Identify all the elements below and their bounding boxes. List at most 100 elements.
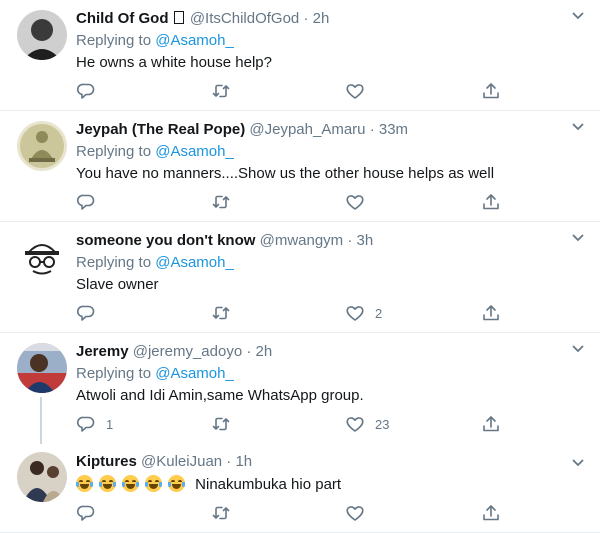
replying-to-label: Replying to	[76, 254, 152, 271]
reply-button[interactable]	[76, 79, 106, 103]
avatar[interactable]	[17, 343, 67, 393]
tweet-text: He owns a white house help?	[76, 54, 272, 71]
retweet-icon	[212, 84, 230, 98]
avatar[interactable]	[17, 232, 67, 282]
share-icon	[483, 416, 499, 432]
share-icon	[483, 194, 499, 210]
tweet-header: Kiptures @KuleiJuan · 1h	[76, 451, 590, 473]
display-name[interactable]: Child Of God	[76, 10, 168, 27]
retweet-icon	[212, 417, 230, 431]
user-handle[interactable]: @ItsChildOfGod	[190, 10, 299, 27]
reply-icon	[76, 416, 95, 432]
tweet[interactable]: Child Of God @ItsChildOfGod · 2h Replyin…	[0, 0, 600, 111]
replying-to-link[interactable]: @Asamoh_	[155, 254, 234, 271]
face-with-tears-of-joy-icon	[168, 475, 185, 492]
like-button[interactable]	[345, 190, 375, 214]
timestamp[interactable]: 2h	[313, 10, 330, 27]
tweet-text-content: Ninakumbuka hio part	[195, 476, 342, 493]
face-with-tears-of-joy-icon	[145, 475, 162, 492]
user-handle[interactable]: @jeremy_adoyo	[133, 343, 242, 360]
thread-connector	[40, 397, 42, 444]
retweet-button[interactable]	[211, 501, 241, 525]
share-button[interactable]	[481, 301, 501, 325]
retweet-button[interactable]	[211, 79, 241, 103]
chevron-down-icon[interactable]	[568, 227, 588, 247]
replying-to: Replying to @Asamoh_	[76, 30, 590, 52]
retweet-icon	[212, 195, 230, 209]
replying-to-link[interactable]: @Asamoh_	[155, 32, 234, 49]
heart-icon	[346, 195, 364, 210]
tweet-header: someone you don't know @mwangym · 3h	[76, 230, 590, 252]
tweet-text: You have no manners....Show us the other…	[76, 165, 495, 182]
timestamp[interactable]: 33m	[379, 121, 408, 138]
replying-to: Replying to @Asamoh_	[76, 363, 590, 385]
separator-dot: ·	[226, 453, 232, 470]
replying-to-label: Replying to	[76, 365, 152, 382]
share-icon	[483, 505, 499, 521]
tweet-text: Atwoli and Idi Amin,same WhatsApp group.	[76, 387, 364, 404]
user-handle[interactable]: @KuleiJuan	[141, 453, 222, 470]
retweet-button[interactable]	[211, 301, 241, 325]
reply-icon	[76, 305, 95, 321]
reply-icon	[76, 83, 95, 99]
tweet[interactable]: someone you don't know @mwangym · 3h Rep…	[0, 222, 600, 333]
retweet-button[interactable]	[211, 412, 241, 436]
replying-to: Replying to @Asamoh_	[76, 141, 590, 163]
display-name[interactable]: Jeypah (The Real Pope)	[76, 121, 245, 138]
unknown-glyph-icon	[173, 11, 184, 24]
reply-button[interactable]	[76, 301, 106, 325]
chevron-down-icon[interactable]	[568, 338, 588, 358]
heart-icon	[346, 506, 364, 521]
tweet-header: Child Of God @ItsChildOfGod · 2h	[76, 8, 590, 30]
share-button[interactable]	[481, 190, 501, 214]
reply-icon	[76, 505, 95, 521]
like-button[interactable]: 2	[345, 301, 382, 325]
reply-icon	[76, 194, 95, 210]
heart-icon	[346, 306, 364, 321]
avatar[interactable]	[17, 452, 67, 502]
separator-dot: ·	[246, 343, 252, 360]
replying-to-link[interactable]: @Asamoh_	[155, 365, 234, 382]
reply-feed: Child Of God @ItsChildOfGod · 2h Replyin…	[0, 0, 600, 533]
separator-dot: ·	[303, 10, 309, 27]
like-button[interactable]: 23	[345, 412, 389, 436]
timestamp[interactable]: 3h	[357, 232, 374, 249]
retweet-button[interactable]	[211, 190, 241, 214]
tweet-header: Jeremy @jeremy_adoyo · 2h	[76, 341, 590, 363]
share-button[interactable]	[481, 412, 501, 436]
display-name[interactable]: Jeremy	[76, 343, 129, 360]
replying-to-label: Replying to	[76, 32, 152, 49]
avatar[interactable]	[17, 10, 67, 60]
replying-to-label: Replying to	[76, 143, 152, 160]
tweet-header: Jeypah (The Real Pope) @Jeypah_Amaru · 3…	[76, 119, 590, 141]
display-name[interactable]: Kiptures	[76, 453, 137, 470]
tweet[interactable]: Jeremy @jeremy_adoyo · 2h Replying to @A…	[0, 333, 600, 444]
user-handle[interactable]: @mwangym	[260, 232, 344, 249]
like-button[interactable]	[345, 501, 375, 525]
tweet[interactable]: Jeypah (The Real Pope) @Jeypah_Amaru · 3…	[0, 111, 600, 222]
retweet-icon	[212, 506, 230, 520]
chevron-down-icon[interactable]	[568, 5, 588, 25]
replying-to-link[interactable]: @Asamoh_	[155, 143, 234, 160]
tweet-actions	[76, 501, 516, 525]
timestamp[interactable]: 1h	[235, 453, 252, 470]
share-button[interactable]	[481, 79, 501, 103]
timestamp[interactable]: 2h	[256, 343, 273, 360]
share-button[interactable]	[481, 501, 501, 525]
user-handle[interactable]: @Jeypah_Amaru	[249, 121, 365, 138]
display-name[interactable]: someone you don't know	[76, 232, 255, 249]
tweet[interactable]: Kiptures @KuleiJuan · 1h Ninakumbuka hio…	[0, 444, 600, 533]
reply-button[interactable]	[76, 190, 106, 214]
separator-dot: ·	[369, 121, 375, 138]
chevron-down-icon[interactable]	[568, 452, 588, 472]
tweet-text: Slave owner	[76, 276, 159, 293]
like-button[interactable]	[345, 79, 375, 103]
tweet-actions: 2	[76, 301, 516, 325]
face-with-tears-of-joy-icon	[76, 475, 93, 492]
separator-dot: ·	[347, 232, 353, 249]
reply-button[interactable]	[76, 501, 106, 525]
chevron-down-icon[interactable]	[568, 116, 588, 136]
reply-button[interactable]: 1	[76, 412, 113, 436]
avatar[interactable]	[17, 121, 67, 171]
face-with-tears-of-joy-icon	[122, 475, 139, 492]
